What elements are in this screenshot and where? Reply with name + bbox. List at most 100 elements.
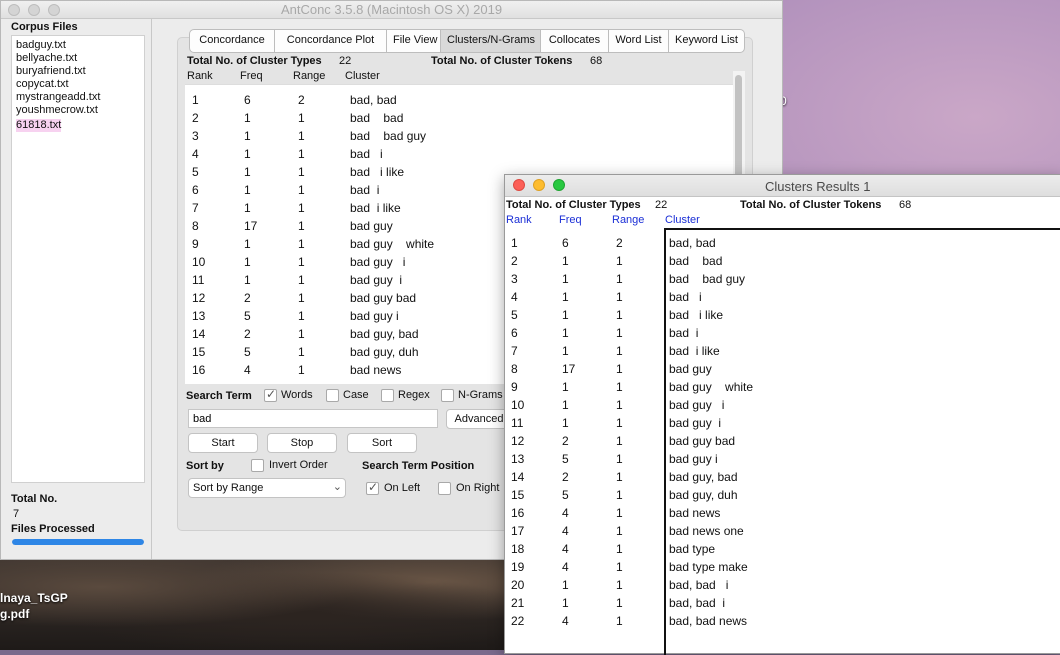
cluster-stats: Total No. of Cluster Types 22 Total No. … [187, 55, 602, 67]
file-item[interactable]: youshmecrow.txt [16, 104, 140, 117]
cell-cluster: bad bad [350, 111, 404, 125]
table-row[interactable]: 1 6 2 bad, bad [185, 91, 733, 109]
table-row[interactable]: 22 4 1 bad, bad news [505, 612, 1060, 630]
sort-button[interactable]: Sort [347, 433, 417, 453]
cluster-tokens-label: Total No. of Cluster Tokens [740, 199, 882, 211]
invert-order-checkbox[interactable] [251, 459, 264, 472]
tab-collocates[interactable]: Collocates [541, 29, 609, 53]
column-header-cluster[interactable]: Cluster [345, 70, 380, 82]
cell-rank: 7 [511, 344, 518, 358]
minimize-window-button[interactable] [533, 179, 545, 191]
tab-file-view[interactable]: File View [387, 29, 441, 53]
regex-checkbox[interactable] [381, 389, 394, 402]
cell-rank: 6 [511, 326, 518, 340]
cell-rank: 21 [511, 596, 525, 610]
files-processed-progress-bar [12, 539, 144, 545]
table-row[interactable]: 20 1 1 bad, bad i [505, 576, 1060, 594]
cell-freq: 1 [562, 596, 569, 610]
table-row[interactable]: 18 4 1 bad type [505, 540, 1060, 558]
case-checkbox[interactable] [326, 389, 339, 402]
table-row[interactable]: 6 1 1 bad i [505, 324, 1060, 342]
sort-by-label: Sort by [186, 460, 224, 472]
cell-range: 2 [616, 236, 623, 250]
close-window-button[interactable] [513, 179, 525, 191]
sort-by-value: Sort by Range [193, 482, 264, 494]
cell-cluster: bad, bad [669, 236, 716, 250]
on-left-checkbox[interactable] [366, 480, 379, 495]
table-row[interactable]: 3 1 1 bad bad guy [185, 127, 733, 145]
results-table[interactable]: 1 6 2 bad, bad 2 1 1 bad bad 3 1 1 bad bad guy 4 1 1 ba… [505, 228, 1060, 655]
table-row[interactable]: 14 2 1 bad guy, bad [505, 468, 1060, 486]
cell-cluster: bad guy i [350, 255, 406, 269]
column-header-freq[interactable]: Freq [559, 214, 582, 226]
cell-cluster: bad guy bad [350, 291, 417, 305]
table-row[interactable]: 5 1 1 bad i like [505, 306, 1060, 324]
ngrams-checkbox[interactable] [441, 389, 454, 402]
corpus-file-list[interactable]: badguy.txt bellyache.txt buryafriend.txt… [11, 35, 145, 483]
cell-freq: 1 [562, 578, 569, 592]
search-term-input[interactable] [188, 409, 438, 428]
table-row[interactable]: 19 4 1 bad type make [505, 558, 1060, 576]
cell-rank: 8 [511, 362, 518, 376]
cell-rank: 17 [511, 524, 525, 538]
words-checkbox[interactable] [264, 387, 277, 402]
file-item[interactable]: copycat.txt [16, 78, 140, 91]
table-row[interactable]: 13 5 1 bad guy i [505, 450, 1060, 468]
cell-cluster: bad guy [350, 219, 393, 233]
cell-cluster: bad guy i [669, 416, 722, 430]
column-header-cluster[interactable]: Cluster [665, 214, 700, 226]
file-item[interactable]: bellyache.txt [16, 52, 140, 65]
table-row[interactable]: 15 5 1 bad guy, duh [505, 486, 1060, 504]
table-row[interactable]: 8 17 1 bad guy [505, 360, 1060, 378]
column-header-range[interactable]: Range [612, 214, 644, 226]
cell-rank: 22 [511, 614, 525, 628]
tab-clusters-ngrams[interactable]: Clusters/N-Grams [441, 29, 541, 53]
column-header-range[interactable]: Range [293, 70, 325, 82]
progress-fill [12, 539, 144, 545]
file-item[interactable]: mystrangeadd.txt [16, 91, 140, 104]
stop-button[interactable]: Stop [267, 433, 337, 453]
table-row[interactable]: 9 1 1 bad guy white [505, 378, 1060, 396]
table-row[interactable]: 7 1 1 bad i like [505, 342, 1060, 360]
desktop-file-label-ext[interactable]: g.pdf [0, 607, 29, 621]
file-item[interactable]: buryafriend.txt [16, 65, 140, 78]
cell-freq: 1 [244, 111, 251, 125]
cell-rank: 19 [511, 560, 525, 574]
table-row[interactable]: 3 1 1 bad bad guy [505, 270, 1060, 288]
column-header-rank[interactable]: Rank [506, 214, 532, 226]
title-bar[interactable]: AntConc 3.5.8 (Macintosh OS X) 2019 [1, 1, 782, 19]
cluster-types-value: 22 [655, 199, 668, 211]
desktop-file-label[interactable]: lnaya_TsGP [0, 591, 68, 605]
cell-rank: 3 [192, 129, 199, 143]
advanced-button[interactable]: Advanced [446, 409, 512, 429]
on-right-checkbox[interactable] [438, 482, 451, 495]
column-header-rank[interactable]: Rank [187, 70, 213, 82]
tab-concordance[interactable]: Concordance [189, 29, 275, 53]
table-row[interactable]: 12 2 1 bad guy bad [505, 432, 1060, 450]
cell-rank: 9 [192, 237, 199, 251]
zoom-window-button[interactable] [553, 179, 565, 191]
file-item[interactable]: badguy.txt [16, 39, 140, 52]
cell-range: 1 [616, 308, 623, 322]
sort-by-select[interactable]: Sort by Range ⌄ [188, 478, 346, 498]
column-header-freq[interactable]: Freq [240, 70, 263, 82]
table-row[interactable]: 21 1 1 bad, bad i [505, 594, 1060, 612]
table-row[interactable]: 2 1 1 bad bad [505, 252, 1060, 270]
table-row[interactable]: 17 4 1 bad news one [505, 522, 1060, 540]
table-row[interactable]: 4 1 1 bad i [505, 288, 1060, 306]
cell-rank: 1 [511, 236, 518, 250]
results-window-title: Clusters Results 1 [765, 179, 871, 194]
table-row[interactable]: 10 1 1 bad guy i [505, 396, 1060, 414]
table-row[interactable]: 1 6 2 bad, bad [505, 234, 1060, 252]
tab-concordance-plot[interactable]: Concordance Plot [275, 29, 387, 53]
table-row[interactable]: 11 1 1 bad guy i [505, 414, 1060, 432]
tab-keyword-list[interactable]: Keyword List [669, 29, 745, 53]
file-item-selected[interactable]: 61818.txt [16, 119, 62, 132]
table-row[interactable]: 4 1 1 bad i [185, 145, 733, 163]
start-button[interactable]: Start [188, 433, 258, 453]
panel-divider[interactable] [151, 19, 152, 559]
table-row[interactable]: 16 4 1 bad news [505, 504, 1060, 522]
results-title-bar[interactable]: Clusters Results 1 [505, 175, 1060, 197]
table-row[interactable]: 2 1 1 bad bad [185, 109, 733, 127]
tab-word-list[interactable]: Word List [609, 29, 669, 53]
